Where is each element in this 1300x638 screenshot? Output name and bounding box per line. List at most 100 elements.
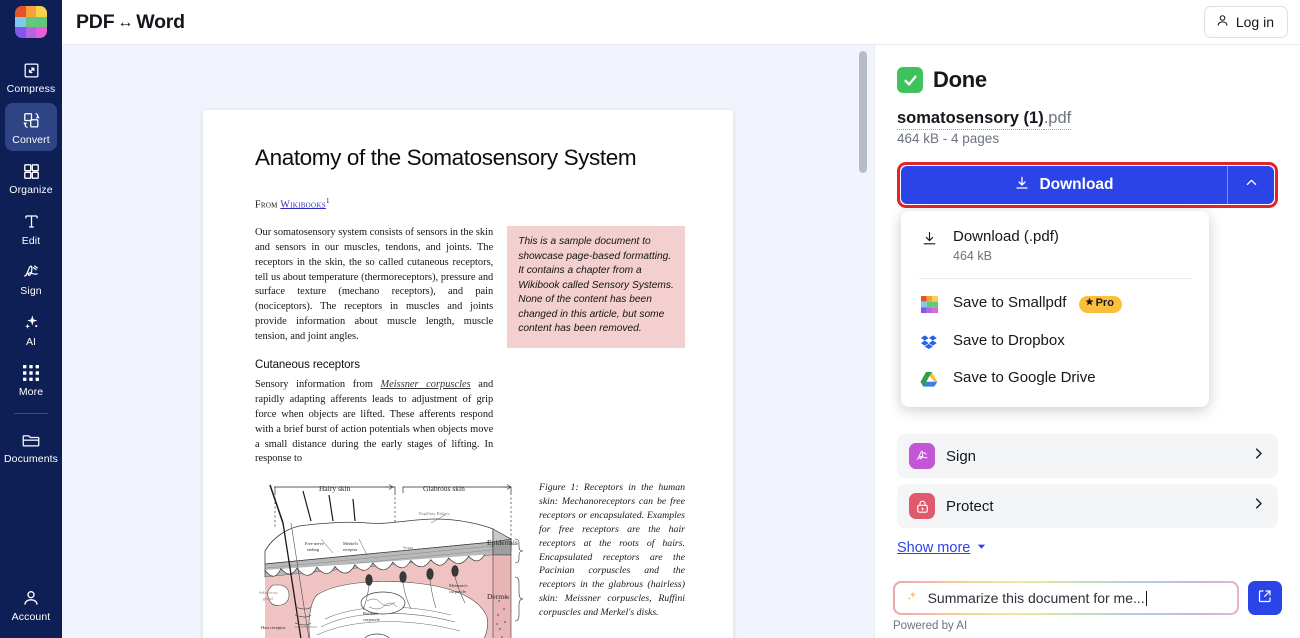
sidebar-item-compress[interactable]: Compress	[5, 52, 57, 101]
sidebar-item-label: AI	[25, 335, 37, 348]
document-source-prefix: From	[255, 199, 281, 211]
figure-caption: Figure 1: Receptors in the human skin: M…	[539, 482, 685, 619]
download-button-group: Download	[901, 166, 1274, 204]
smallpdf-icon	[919, 294, 939, 313]
menu-item-text: Save to Smallpdf	[953, 293, 1067, 311]
sidebar-divider	[14, 412, 48, 414]
sign-icon	[21, 261, 41, 283]
tool-row-protect[interactable]: Protect	[897, 484, 1278, 528]
result-panel: Done somatosensory (1).pdf 464 kB - 4 pa…	[874, 45, 1300, 638]
menu-item-save-to-google-drive[interactable]: Save to Google Drive	[901, 360, 1209, 397]
figure-label-dermis: Dermis	[487, 592, 509, 601]
menu-item-save-to-smallpdf[interactable]: Save to Smallpdf Pro	[901, 285, 1209, 323]
page-title-left: PDF	[76, 10, 115, 33]
document-page: Anatomy of the Somatosensory System From…	[203, 110, 733, 638]
paragraph-2-part-b: and rapidly adapting afferents leads to …	[255, 379, 494, 465]
document-columns: Our somatosensory system consists of sen…	[255, 226, 685, 467]
sidebar-item-documents[interactable]: Documents	[4, 422, 59, 471]
figure-label-sebaceous-gland: Sebaceous	[259, 590, 278, 595]
figure-label-septa: Septa	[403, 545, 413, 550]
download-options-toggle[interactable]	[1228, 166, 1274, 204]
login-button[interactable]: Log in	[1203, 6, 1288, 38]
sidebar-item-convert[interactable]: Convert	[5, 102, 57, 151]
show-more-button[interactable]: Show more	[897, 540, 987, 556]
user-icon	[1215, 13, 1230, 31]
menu-item-download-pdf[interactable]: Download (.pdf) 464 kB	[901, 219, 1209, 272]
ai-input-wrapper[interactable]: Summarize this document for me...	[893, 581, 1239, 615]
sidebar-item-account[interactable]: Account	[5, 580, 57, 629]
skin-cross-section-svg: Hairy skin Glabrous skin Epidermis Dermi…	[259, 484, 524, 638]
ai-input-row: Summarize this document for me...	[893, 581, 1282, 615]
menu-item-label: Download (.pdf)	[953, 228, 1059, 245]
chevron-right-icon	[1251, 496, 1266, 516]
sidebar-item-label: Documents	[4, 452, 59, 465]
menu-item-label: Save to Google Drive	[953, 368, 1096, 386]
organize-icon	[22, 160, 41, 182]
footnote-marker: 1	[325, 197, 330, 205]
sidebar-item-ai[interactable]: AI	[5, 305, 57, 354]
edit-icon	[22, 211, 41, 233]
figure-label-ruffinis-corpuscle-2: corpuscle	[363, 617, 380, 622]
menu-divider	[919, 277, 1191, 279]
download-highlight-outline: Download	[897, 162, 1278, 208]
folder-icon	[21, 429, 41, 451]
sidebar-item-more[interactable]: More	[5, 355, 57, 404]
file-extension: .pdf	[1043, 109, 1072, 130]
figure-label-free-nerve-ending-2: ending	[307, 547, 320, 552]
tool-label: Sign	[946, 447, 977, 465]
document-preview-canvas: Anatomy of the Somatosensory System From…	[62, 45, 874, 638]
app-body: Anatomy of the Somatosensory System From…	[62, 45, 1300, 638]
open-external-icon	[1257, 588, 1273, 609]
swap-arrows-icon: ↔	[117, 13, 134, 31]
document-paragraph-2: Sensory information from Meissner corpus…	[255, 378, 493, 467]
text-caret	[1145, 590, 1147, 606]
ai-prompt-value: Summarize this document for me...	[927, 590, 1145, 606]
ai-open-button[interactable]	[1248, 581, 1282, 615]
document-paragraph-1: Our somatosensory system consists of sen…	[255, 227, 494, 342]
file-meta: 464 kB - 4 pages	[897, 131, 1000, 146]
download-dropdown-menu: Download (.pdf) 464 kB Save to Smallpdf …	[901, 211, 1209, 407]
figure-label-glabrous-skin: Glabrous skin	[423, 484, 465, 493]
download-label: Download	[1039, 176, 1114, 193]
preview-scrollbar-track[interactable]	[858, 45, 868, 638]
result-panel-content: Done somatosensory (1).pdf 464 kB - 4 pa…	[875, 45, 1300, 581]
page-title-right: Word	[136, 10, 185, 33]
sidebar-item-label: Edit	[21, 234, 41, 247]
preview-scrollbar-thumb[interactable]	[859, 51, 867, 173]
sidebar-item-edit[interactable]: Edit	[5, 204, 57, 253]
document-title: Anatomy of the Somatosensory System	[255, 145, 637, 170]
status-label: Done	[933, 67, 987, 92]
meissner-corpuscles-link[interactable]: Meissner corpuscles	[381, 379, 471, 390]
ai-footer-note: Powered by AI	[893, 620, 968, 632]
app-header: PDF ↔ Word Log in	[62, 0, 1300, 45]
document-callout-box: This is a sample document to showcase pa…	[507, 226, 685, 348]
sidebar-item-label: Convert	[12, 133, 50, 146]
skin-diagram-figure: Hairy skin Glabrous skin Epidermis Dermi…	[255, 479, 527, 638]
smallpdf-logo[interactable]	[15, 6, 47, 38]
file-name: somatosensory (1).pdf	[897, 109, 1278, 130]
star-icon	[1085, 297, 1094, 311]
chevron-up-icon	[1244, 175, 1259, 195]
document-left-column: Our somatosensory system consists of sen…	[255, 226, 493, 467]
ai-prompt-input[interactable]: Summarize this document for me...	[928, 590, 1147, 606]
download-button[interactable]: Download	[901, 166, 1228, 204]
ai-input-inner[interactable]: Summarize this document for me...	[894, 582, 1238, 614]
figure-label-free-nerve-ending: Free nerve	[305, 541, 324, 546]
menu-item-label: Save to Dropbox	[953, 331, 1065, 349]
figure-label-meissners-corpuscle-2: corpuscle	[449, 589, 466, 594]
sidebar-item-organize[interactable]: Organize	[5, 153, 57, 202]
sidebar-item-label: Account	[11, 610, 51, 623]
more-grid-icon	[22, 362, 40, 384]
pro-badge-label: Pro	[1095, 296, 1114, 309]
download-icon	[919, 228, 939, 247]
menu-item-save-to-dropbox[interactable]: Save to Dropbox	[901, 323, 1209, 360]
dropbox-icon	[919, 332, 939, 351]
wikibooks-link[interactable]: Wikibooks	[280, 199, 326, 210]
tool-row-sign[interactable]: Sign	[897, 434, 1278, 478]
figure-label-sebaceous-gland-2: gland	[263, 596, 274, 601]
sidebar-item-label: Sign	[20, 285, 42, 297]
suggested-tools-list: Sign Protect Show more	[897, 434, 1278, 557]
check-icon	[897, 67, 923, 93]
sidebar-item-sign[interactable]: Sign	[5, 254, 57, 303]
document-source-line: From Wikibooks1	[255, 197, 685, 210]
